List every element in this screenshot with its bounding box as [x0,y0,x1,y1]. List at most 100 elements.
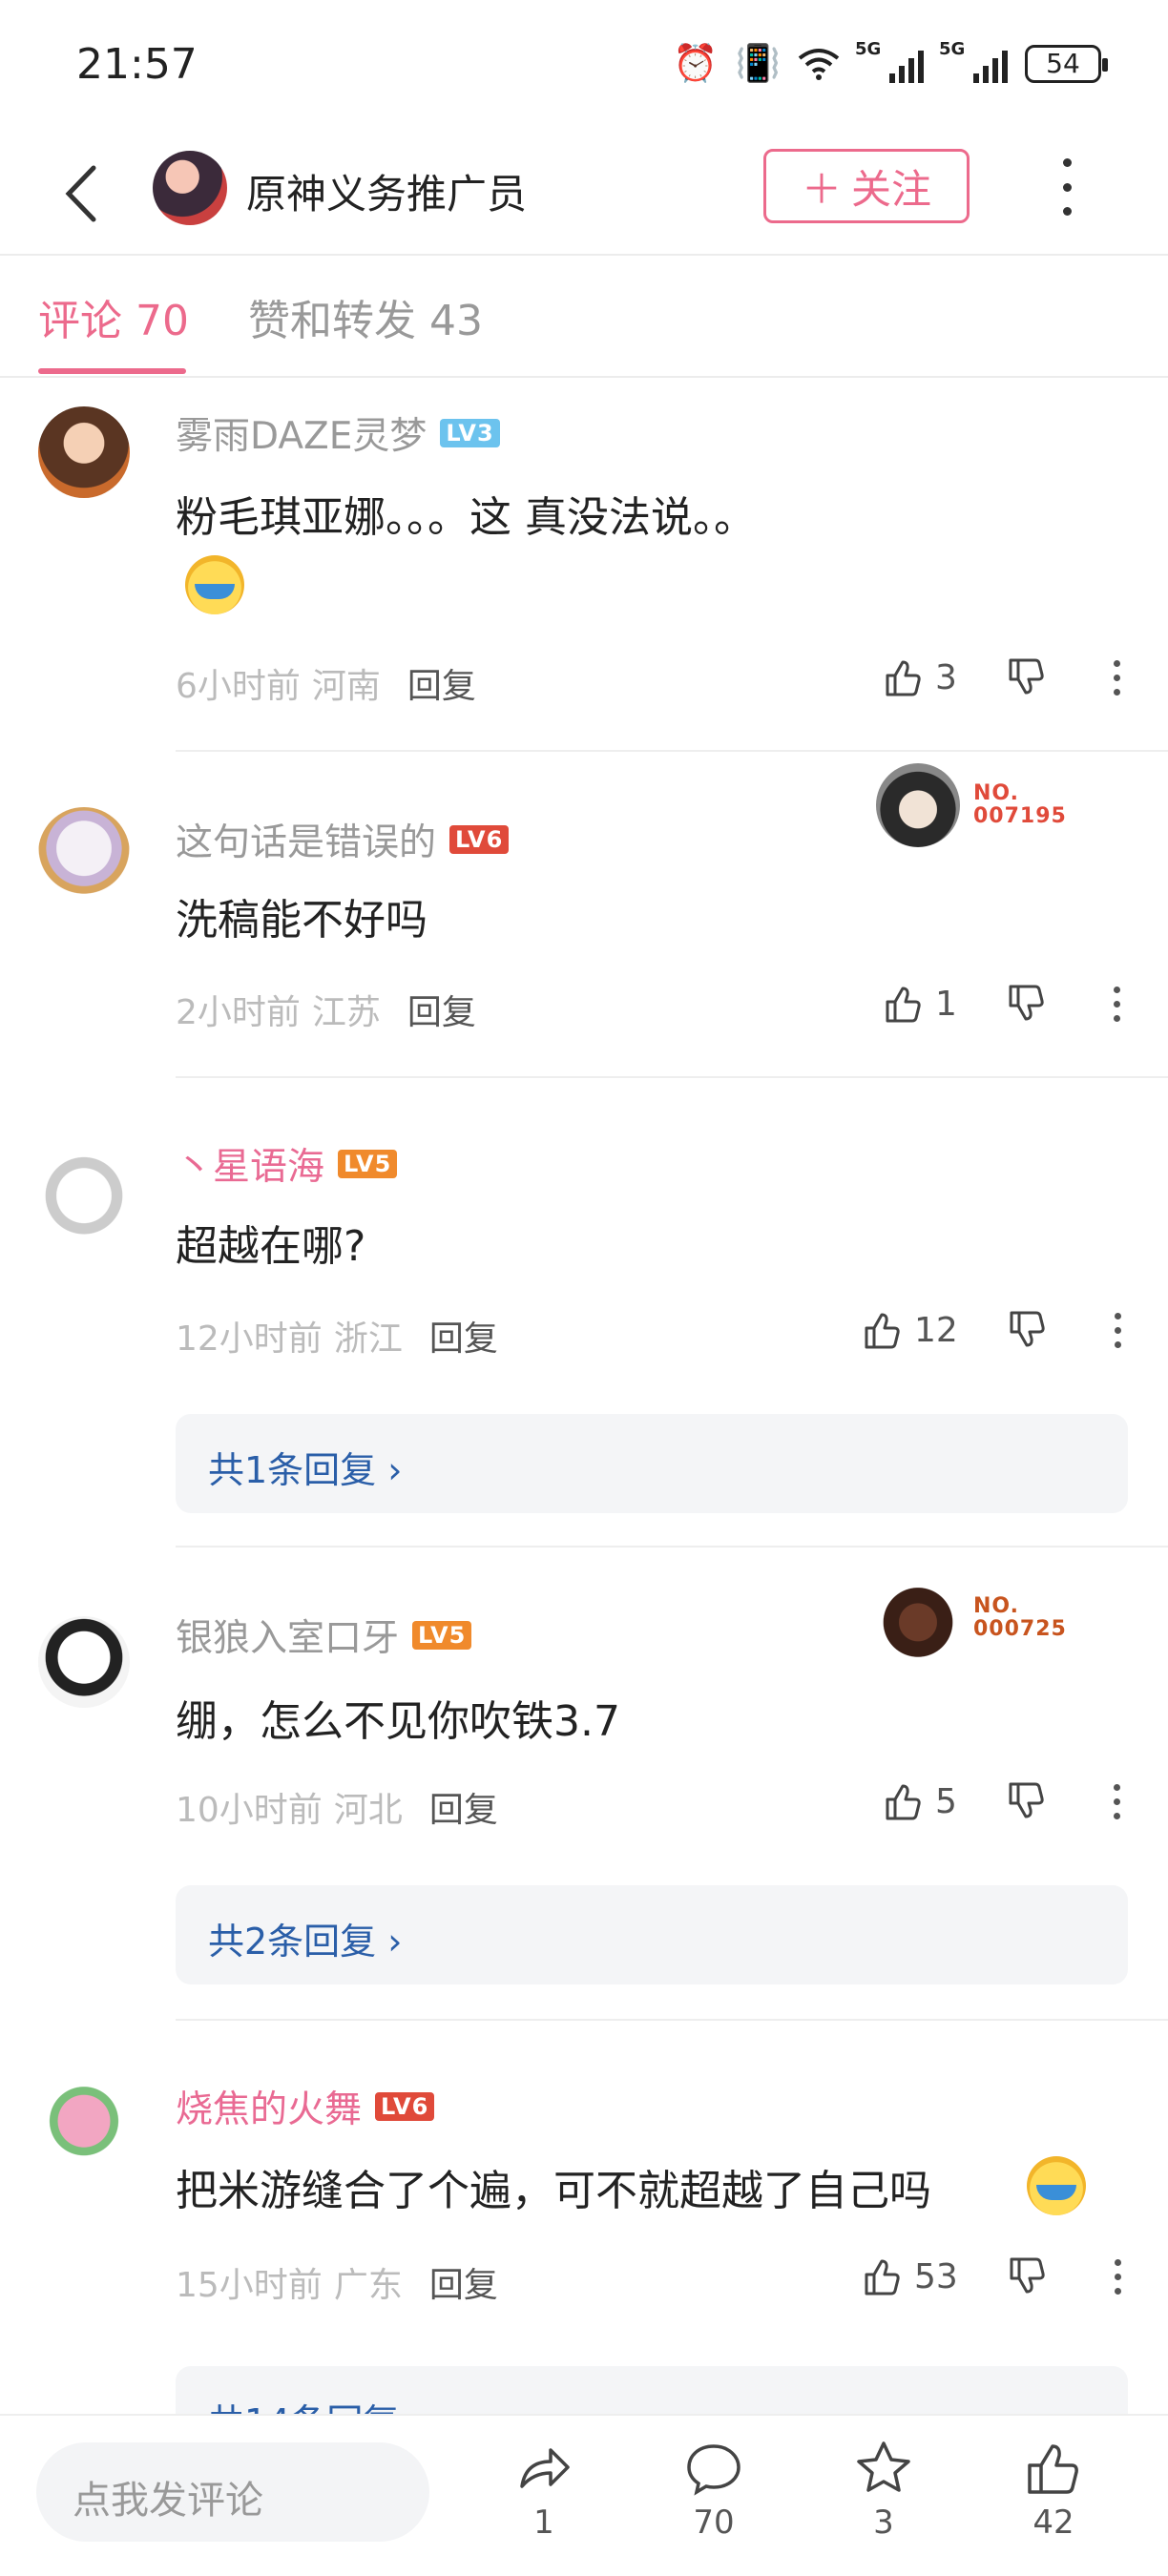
level-badge: LV5 [338,1150,398,1178]
comment-username[interactable]: 丶星语海 LV5 [176,1137,398,1191]
comment-meta: 15小时前 广东 回复 [176,2257,498,2307]
like-button[interactable]: 12 [861,1309,958,1351]
more-options-button[interactable] [1055,158,1078,216]
level-badge: LV6 [375,2092,435,2121]
view-replies-button[interactable]: 共2条回复 › [176,1885,1128,1984]
back-button[interactable] [59,160,116,227]
comment-text: 把米游缝合了个遍，可不就超越了自己吗 [176,2167,931,2215]
follow-button[interactable]: ＋ 关注 [763,149,970,223]
avatar[interactable] [38,807,130,899]
comment-actions: 1 [882,983,1120,1025]
comment-time: 12小时前 [176,1319,323,1359]
fan-badge[interactable]: NO. 007195 [876,763,1067,847]
thumbs-down-icon[interactable] [1005,1780,1047,1822]
like-button[interactable]: 53 [861,2255,958,2297]
thumbs-down-icon[interactable] [1005,983,1047,1025]
comment-more-button[interactable] [1113,986,1120,1022]
fan-badge-number: NO. 000725 [973,1595,1067,1641]
comment-meta: 10小时前 河北 回复 [176,1782,498,1832]
share-button[interactable]: 1 [496,2439,592,2542]
thumbs-up-icon [886,987,921,1023]
signal-2-icon: 5G [939,39,1008,83]
comment-time: 15小时前 [176,2266,323,2305]
thumbs-down-icon[interactable] [1005,656,1047,698]
reply-button[interactable]: 回复 [429,1782,498,1832]
alarm-icon: ⏰ [673,42,719,84]
tab-likes-reposts[interactable]: 赞和转发 43 [248,286,483,347]
comment-meta: 6小时前 河南 回复 [176,658,476,708]
like-button[interactable]: 5 [882,1780,957,1822]
laugh-cry-emoji-icon [185,555,244,614]
reply-button[interactable]: 回复 [407,658,476,708]
avatar[interactable] [38,2080,130,2171]
thumbs-up-icon [865,2259,900,2296]
username-text: 烧焦的火舞 [176,2088,363,2131]
thumbs-up-icon [886,1784,921,1820]
follow-label: 关注 [851,165,932,213]
comment-username[interactable]: 这句话是错误的 LV6 [176,813,510,866]
comment-bubble-icon [687,2444,740,2496]
avatar[interactable] [38,1154,130,1246]
divider [176,2019,1168,2021]
reply-button[interactable]: 回复 [429,1311,498,1361]
comment-text: 超越在哪? [176,1222,366,1271]
favorite-button[interactable]: 3 [836,2439,931,2542]
comment-actions: 5 [882,1780,1120,1822]
avatar[interactable] [38,406,130,498]
like-button[interactable]: 3 [882,656,957,698]
network-2-label: 5G [939,38,966,59]
signal-1-icon: 5G [855,39,924,83]
share-icon [520,2448,570,2488]
comment-more-button[interactable] [1114,2258,1121,2295]
comment-username[interactable]: 雾雨DAZE灵梦 LV3 [176,406,500,460]
like-count: 1 [935,984,957,1024]
author-name[interactable]: 原神义务推广员 [246,162,527,220]
battery-level: 54 [1046,48,1080,79]
view-replies-button[interactable]: 共1条回复 › [176,1414,1128,1513]
username-text: 这句话是错误的 [176,821,437,864]
top-header: 原神义务推广员 ＋ 关注 [0,134,1168,256]
level-badge: LV5 [412,1621,472,1650]
share-count: 1 [533,2503,554,2542]
reply-button[interactable]: 回复 [407,985,476,1034]
comment-more-button[interactable] [1113,1783,1120,1819]
fan-badge-text: NO. 000725 [973,1594,1067,1641]
comment-button[interactable]: 70 [666,2439,761,2542]
like-count: 53 [914,2256,958,2296]
comment-username[interactable]: 烧焦的火舞 LV6 [176,2080,435,2133]
comment-text: 洗稿能不好吗 [176,896,428,945]
level-badge: LV6 [449,825,510,854]
star-icon [857,2441,910,2492]
fan-badge[interactable]: NO. 000725 [876,1576,1067,1660]
comment-more-button[interactable] [1113,659,1120,696]
reply-button[interactable]: 回复 [429,2257,498,2307]
comment-actions: 3 [882,656,1120,698]
comment-more-button[interactable] [1114,1312,1121,1348]
divider [176,1076,1168,1078]
post-like-count: 42 [1032,2503,1074,2542]
author-avatar[interactable] [153,151,227,225]
thumbs-down-icon[interactable] [1006,2255,1048,2297]
comment-username[interactable]: 银狼入室口牙 LV5 [176,1609,472,1662]
comment-text: 绷，怎么不见你吹铁3.7 [176,1697,620,1746]
like-count: 3 [935,657,957,697]
thumbs-down-icon[interactable] [1006,1309,1048,1351]
chevron-left-icon [65,165,96,222]
like-post-button[interactable]: 42 [1006,2439,1101,2542]
comment-actions: 53 [861,2255,1121,2297]
network-1-label: 5G [855,38,882,59]
comment-time: 2小时前 [176,993,301,1032]
comment-region: 河南 [311,667,381,706]
like-button[interactable]: 1 [882,983,957,1025]
tab-bar: 评论 70 赞和转发 43 [0,258,1168,378]
thumbs-up-icon [865,1313,900,1349]
fan-badge-image [876,763,960,847]
tab-comments[interactable]: 评论 70 [38,286,189,347]
username-text: 雾雨DAZE灵梦 [176,415,428,458]
comment-input[interactable]: 点我发评论 [36,2442,429,2542]
username-text: 丶星语海 [176,1146,325,1189]
plus-icon: ＋ [801,165,842,213]
like-count: 12 [914,1310,958,1350]
divider [176,1546,1168,1548]
avatar[interactable] [38,1616,130,1708]
